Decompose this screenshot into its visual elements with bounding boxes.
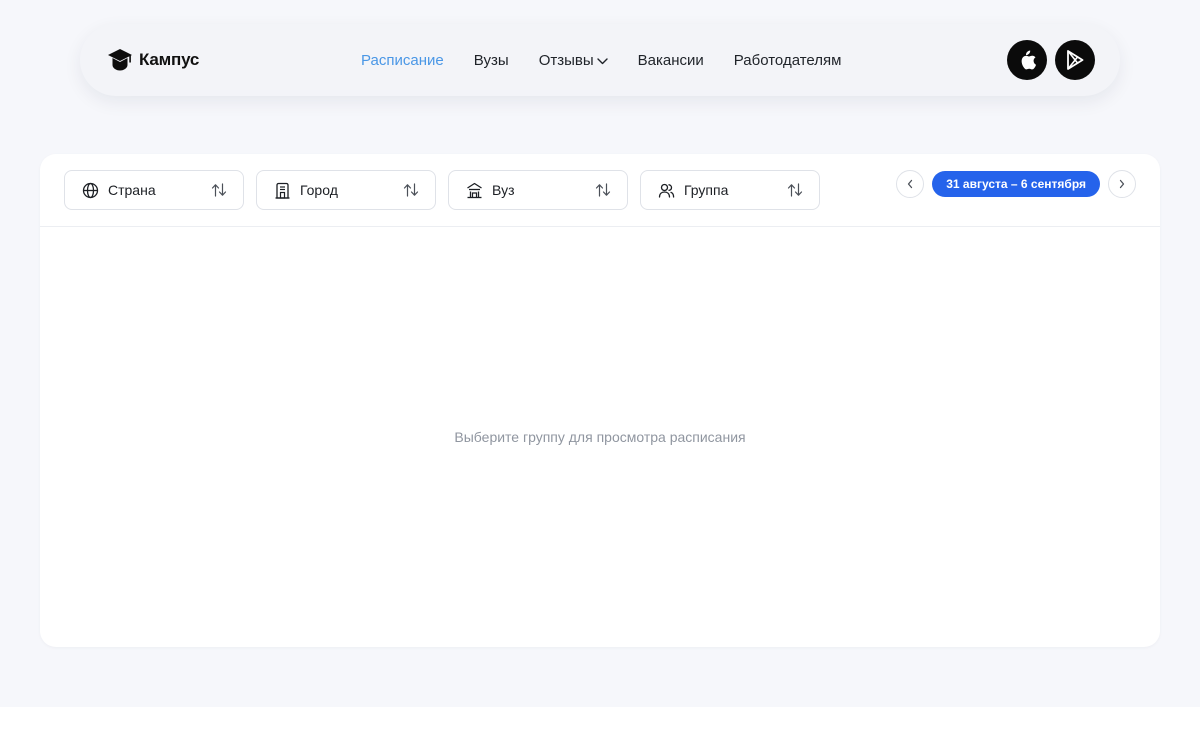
nav-item-employers[interactable]: Работодателям [734, 52, 842, 69]
nav-item-reviews[interactable]: Отзывы [539, 52, 608, 69]
main-nav: Расписание Вузы Отзывы Вакансии Работода… [361, 24, 841, 96]
users-icon [658, 183, 675, 198]
nav-item-label: Вакансии [637, 51, 704, 69]
prev-week-button[interactable] [896, 170, 925, 198]
app-store-links [1007, 40, 1095, 80]
empty-state-message: Выберите группу для просмотра расписания [454, 429, 746, 445]
building-icon [275, 182, 290, 199]
globe-icon [82, 182, 99, 198]
nav-item-label: Работодателям [733, 51, 842, 69]
google-play-icon [1067, 50, 1084, 70]
country-select[interactable]: Страна [64, 170, 244, 210]
divider [40, 226, 1160, 227]
graduation-cap-icon [108, 49, 132, 71]
filter-label: Группа [684, 182, 729, 198]
university-select[interactable]: Вуз [448, 170, 628, 210]
filter-bar: Страна Город Вуз Группа [64, 170, 820, 210]
next-week-button[interactable] [1108, 170, 1136, 198]
sort-arrows-icon [403, 183, 419, 197]
nav-item-label: Отзывы [538, 51, 594, 69]
week-range-badge[interactable]: 31 августа – 6 сентября [932, 171, 1100, 197]
group-select[interactable]: Группа [640, 170, 820, 210]
sort-arrows-icon [211, 183, 227, 197]
app-store-button[interactable] [1007, 40, 1047, 80]
university-icon [467, 182, 482, 198]
apple-icon [1021, 50, 1036, 70]
nav-item-vacancies[interactable]: Вакансии [638, 52, 704, 69]
nav-item-label: Расписание [361, 51, 444, 69]
filter-label: Вуз [492, 182, 515, 198]
google-play-button[interactable] [1055, 40, 1095, 80]
chevron-left-icon [908, 179, 913, 189]
city-select[interactable]: Город [256, 170, 436, 210]
nav-item-schedule[interactable]: Расписание [361, 52, 444, 69]
nav-item-universities[interactable]: Вузы [474, 52, 509, 69]
logo[interactable]: Кампус [107, 48, 199, 72]
logo-text: Кампус [139, 50, 200, 69]
schedule-card: Страна Город Вуз Группа 31 августа – 6 с… [40, 154, 1160, 647]
sort-arrows-icon [787, 183, 803, 197]
filter-label: Город [300, 182, 338, 198]
top-navbar: Кампус Расписание Вузы Отзывы Вакансии Р… [80, 24, 1120, 96]
nav-item-label: Вузы [473, 51, 509, 69]
sort-arrows-icon [595, 183, 611, 197]
filter-label: Страна [108, 182, 156, 198]
week-navigator: 31 августа – 6 сентября [896, 170, 1136, 198]
chevron-right-icon [1119, 179, 1125, 189]
chevron-down-icon [596, 58, 608, 65]
